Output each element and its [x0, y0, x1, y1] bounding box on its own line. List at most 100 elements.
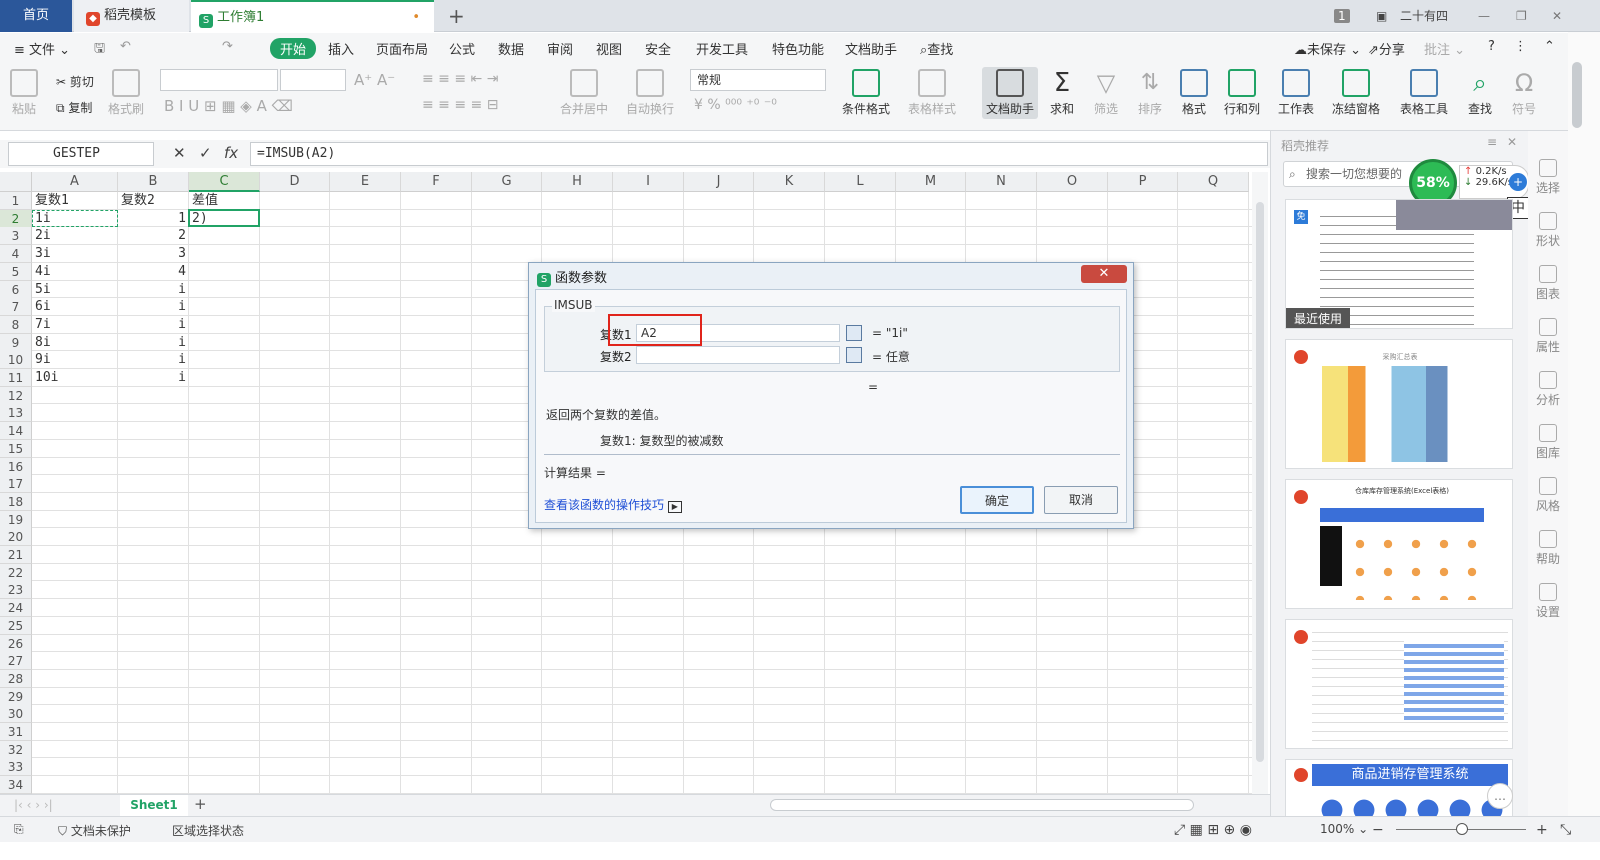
row-header-14[interactable]: 14 [0, 422, 32, 441]
tab-home[interactable]: 首页 [0, 0, 72, 32]
column-header-m[interactable]: M [896, 172, 966, 192]
row-header-28[interactable]: 28 [0, 669, 32, 688]
row-header-16[interactable]: 16 [0, 457, 32, 476]
side-tool-7[interactable]: 帮助 [1528, 530, 1568, 567]
cell-a5[interactable]: 4i [32, 263, 118, 281]
menu-security[interactable]: 安全 [645, 39, 671, 58]
side-tool-6[interactable]: 风格 [1528, 477, 1568, 514]
row-header-1[interactable]: 1 [0, 192, 32, 210]
row-header-23[interactable]: 23 [0, 581, 32, 600]
side-tool-5[interactable]: 图库 [1528, 424, 1568, 461]
template-card-3[interactable]: 仓库库存管理系统(Excel表格) [1285, 479, 1513, 609]
menu-insert[interactable]: 插入 [328, 39, 354, 58]
cell-a11[interactable]: 10i [32, 369, 118, 387]
cell-b9[interactable]: i [118, 334, 189, 352]
cell-b1[interactable]: 复数2 [118, 192, 189, 210]
unsaved-button[interactable]: ☁未保存 ⌄ [1294, 39, 1361, 58]
row-header-34[interactable]: 34 [0, 776, 32, 794]
row-header-33[interactable]: 33 [0, 758, 32, 777]
template-card-1[interactable]: 免 最近使用 [1285, 199, 1513, 329]
row-header-3[interactable]: 3 [0, 227, 32, 246]
menu-special[interactable]: 特色功能 [772, 39, 824, 58]
cell-b10[interactable]: i [118, 351, 189, 369]
arg2-range-picker-icon[interactable] [846, 347, 862, 363]
vertical-scrollbar[interactable] [1252, 172, 1268, 794]
column-header-n[interactable]: N [966, 172, 1037, 192]
row-header-17[interactable]: 17 [0, 475, 32, 494]
column-header-f[interactable]: F [401, 172, 472, 192]
side-tool-1[interactable]: 形状 [1528, 212, 1568, 249]
template-card-5[interactable]: 商品进销存管理系统 [1285, 759, 1513, 816]
row-header-18[interactable]: 18 [0, 492, 32, 511]
column-header-i[interactable]: I [613, 172, 684, 192]
column-header-d[interactable]: D [260, 172, 330, 192]
outer-scrollbar[interactable] [1568, 32, 1600, 816]
sort-button[interactable]: ⇅ 排序 [1136, 69, 1164, 117]
fullscreen-icon[interactable]: ⤡ [1560, 822, 1571, 838]
collapse-ribbon-icon[interactable]: ⌃ [1544, 39, 1555, 54]
side-tool-2[interactable]: 图表 [1528, 265, 1568, 302]
side-tool-3[interactable]: 属性 [1528, 318, 1568, 355]
pane-close-icon[interactable]: ✕ [1507, 135, 1517, 149]
cell-b4[interactable]: 3 [118, 245, 189, 263]
align-top-icons[interactable]: ≡ ≡ ≡ ⇤ ⇥ [422, 71, 498, 87]
cell-b8[interactable]: i [118, 316, 189, 334]
cond-format-button[interactable]: 条件格式 [842, 69, 890, 117]
column-header-a[interactable]: A [32, 172, 118, 192]
menu-start[interactable]: 开始 [270, 38, 317, 59]
column-header-e[interactable]: E [330, 172, 401, 192]
align-h-icons[interactable]: ≡ ≡ ≡ ≡ ⊟ [422, 97, 498, 113]
find-button[interactable]: ⌕ 查找 [1466, 69, 1494, 117]
filter-button[interactable]: ▽ 筛选 [1092, 69, 1120, 117]
wrap-text-button[interactable]: 自动换行 [626, 69, 674, 117]
outer-scroll-thumb[interactable] [1572, 62, 1582, 128]
close-window-button[interactable]: ✕ [1552, 0, 1562, 32]
layout-icon[interactable]: ⎘ [14, 822, 24, 837]
row-header-11[interactable]: 11 [0, 369, 32, 387]
row-header-29[interactable]: 29 [0, 687, 32, 706]
row-header-12[interactable]: 12 [0, 386, 32, 405]
add-icon[interactable]: + [1509, 173, 1527, 191]
column-header-g[interactable]: G [472, 172, 542, 192]
arg1-range-picker-icon[interactable] [846, 325, 862, 341]
zoom-out-button[interactable]: − [1372, 822, 1384, 838]
paste-button[interactable]: 粘贴 [10, 69, 38, 117]
number-format-icons[interactable]: ¥ % ⁰⁰⁰ ⁺⁰ ⁻⁰ [694, 97, 777, 113]
view-mode-icons[interactable]: ⤢ ▦ ⊞ ⊕ ◉ [1174, 822, 1252, 838]
sheet-tab[interactable]: Sheet1 [120, 795, 188, 816]
font-grow-icon[interactable]: A⁺ A⁻ [354, 71, 395, 89]
merge-center-button[interactable]: 合并居中 [560, 69, 608, 117]
column-header-l[interactable]: L [825, 172, 896, 192]
cell-a6[interactable]: 5i [32, 281, 118, 299]
cell-b3[interactable]: 2 [118, 227, 189, 245]
cut-button[interactable]: ✂ 剪切 [56, 73, 94, 90]
menu-view[interactable]: 视图 [596, 39, 622, 58]
copy-button[interactable]: ⧉ 复制 [56, 99, 92, 116]
cell-c1[interactable]: 差值 [189, 192, 260, 210]
column-header-c[interactable]: C [189, 172, 260, 192]
arg2-input[interactable] [636, 346, 840, 364]
cell-b6[interactable]: i [118, 281, 189, 299]
restore-button[interactable]: ❐ [1516, 0, 1527, 32]
select-all-corner[interactable] [0, 172, 32, 192]
row-header-2[interactable]: 2 [0, 209, 32, 228]
row-header-20[interactable]: 20 [0, 528, 32, 547]
row-header-32[interactable]: 32 [0, 740, 32, 759]
number-format-select[interactable]: 常规 [690, 69, 826, 91]
menu-data[interactable]: 数据 [498, 39, 524, 58]
row-header-13[interactable]: 13 [0, 404, 32, 423]
menu-review[interactable]: 审阅 [547, 39, 573, 58]
help-link[interactable]: 查看该函数的操作技巧 ▶ [544, 496, 682, 513]
row-header-31[interactable]: 31 [0, 723, 32, 741]
sum-button[interactable]: Σ 求和 [1048, 69, 1076, 117]
row-header-7[interactable]: 7 [0, 298, 32, 317]
scroll-thumb[interactable] [1256, 202, 1264, 762]
table-tools-button[interactable]: 表格工具 [1400, 69, 1448, 117]
row-header-6[interactable]: 6 [0, 280, 32, 299]
column-header-p[interactable]: P [1108, 172, 1178, 192]
menu-doc-helper[interactable]: 文档助手 [845, 39, 897, 58]
new-tab-button[interactable]: + [448, 4, 465, 28]
more-icon[interactable]: ⋮ [1514, 39, 1527, 54]
symbol-button[interactable]: Ω 符号 [1510, 69, 1538, 117]
tab-workbook[interactable]: S 工作簿1 • [191, 0, 434, 32]
